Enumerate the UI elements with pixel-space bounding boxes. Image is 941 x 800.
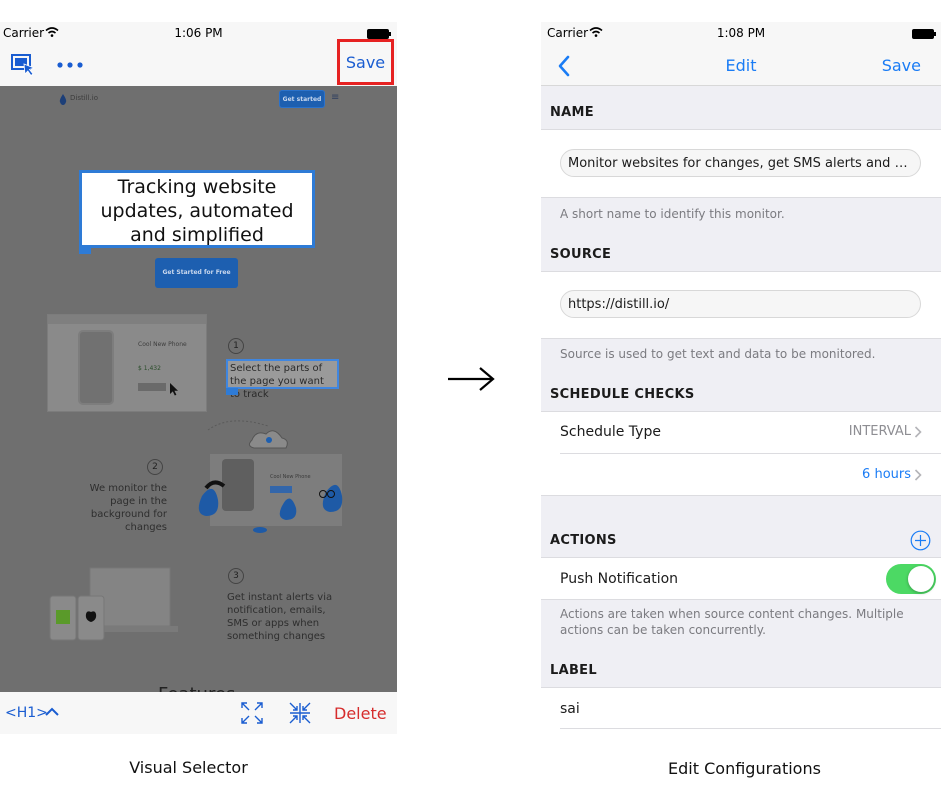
- save-button[interactable]: Save: [882, 56, 921, 75]
- selection-tag: [79, 247, 91, 254]
- row-divider: [560, 728, 941, 729]
- row-divider: [560, 453, 941, 454]
- interval-value[interactable]: 6 hours: [862, 467, 911, 482]
- delete-button[interactable]: Delete: [334, 704, 387, 723]
- schedule-type-value[interactable]: INTERVAL: [849, 424, 911, 439]
- step-1-badge: 1: [228, 338, 244, 354]
- chevron-right-icon: [914, 426, 922, 438]
- step-2-badge: 2: [147, 459, 163, 475]
- status-time: 1:06 PM: [174, 26, 223, 40]
- actions-hint: Actions are taken when source content ch…: [560, 606, 904, 638]
- save-button[interactable]: Save: [340, 53, 391, 72]
- save-button-highlight[interactable]: Save: [337, 39, 394, 85]
- toggle-knob: [908, 566, 934, 592]
- step-3-text: Get instant alerts via notification, ema…: [227, 592, 333, 642]
- label-value[interactable]: sai: [560, 701, 580, 717]
- hamburger-icon[interactable]: ≡: [331, 92, 339, 103]
- monitoring-illustration: Cool New Phone: [198, 420, 343, 533]
- add-action-icon[interactable]: [910, 530, 931, 551]
- get-started-button[interactable]: Get started: [279, 90, 325, 108]
- mock-price: $ 1,432: [138, 365, 161, 372]
- shrink-selection-icon[interactable]: [289, 702, 311, 724]
- actions-hint-line-1: Actions are taken when source content ch…: [560, 607, 904, 621]
- features-heading: Features: [158, 684, 235, 692]
- status-bar: Carrier 1:08 PM: [541, 22, 941, 44]
- distill-logo-icon: [59, 94, 67, 105]
- schedule-type-label[interactable]: Schedule Type: [560, 424, 661, 440]
- chevron-right-icon: [914, 469, 922, 481]
- name-section-header: NAME: [550, 105, 594, 120]
- selected-headline[interactable]: Tracking website updates, automated and …: [79, 170, 315, 248]
- cursor-icon: [170, 383, 178, 396]
- name-field[interactable]: Monitor websites for changes, get SMS al…: [560, 149, 921, 177]
- visual-selector-screen: Carrier 1:06 PM Save Distill.io Get star…: [0, 22, 397, 734]
- expand-selection-icon[interactable]: [241, 702, 263, 724]
- cta-button[interactable]: Get Started for Free: [155, 258, 238, 288]
- browser-mockup: Cool New Phone $ 1,432: [47, 314, 207, 412]
- left-caption: Visual Selector: [129, 758, 248, 777]
- navigation-bar: Edit Save: [541, 44, 941, 86]
- more-icon[interactable]: [56, 61, 84, 69]
- label-section-header: LABEL: [550, 663, 597, 678]
- battery-icon: [912, 29, 936, 39]
- svg-text:Cool New Phone: Cool New Phone: [270, 474, 311, 480]
- mock-product-title: Cool New Phone: [138, 341, 187, 348]
- webpage-preview[interactable]: Distill.io Get started ≡ Tracking websit…: [0, 86, 397, 692]
- step-3-badge: 3: [228, 568, 244, 584]
- label-cell: [541, 687, 941, 734]
- element-tag-button[interactable]: <H1>: [5, 705, 48, 721]
- schedule-section-header: SCHEDULE CHECKS: [550, 387, 695, 402]
- battery-icon: [367, 29, 391, 39]
- visual-select-icon[interactable]: [11, 53, 37, 77]
- chevron-up-icon[interactable]: [45, 707, 59, 717]
- actions-section-header: ACTIONS: [550, 533, 617, 548]
- source-hint: Source is used to get text and data to b…: [560, 347, 876, 361]
- edit-configurations-screen: Carrier 1:08 PM Edit Save NAME Monitor w…: [541, 22, 941, 734]
- devices-illustration: [49, 567, 178, 641]
- status-time: 1:08 PM: [716, 26, 766, 40]
- source-section-header: SOURCE: [550, 247, 612, 262]
- arrow-right-icon: [448, 367, 495, 391]
- push-notification-label: Push Notification: [560, 571, 679, 587]
- right-caption: Edit Configurations: [668, 759, 821, 778]
- push-notification-toggle[interactable]: [886, 564, 936, 594]
- brand-name: Distill.io: [70, 94, 99, 102]
- bottom-toolbar: <H1> Delete: [0, 692, 397, 734]
- name-hint: A short name to identify this monitor.: [560, 207, 785, 221]
- source-url-field[interactable]: https://distill.io/: [560, 290, 921, 318]
- selection-tag-2: [226, 388, 238, 395]
- step-2-text: We monitor the page in the background fo…: [89, 483, 167, 533]
- actions-hint-line-2: actions can be taken concurrently.: [560, 623, 766, 637]
- selected-step-text[interactable]: Select the parts of the page you want to…: [226, 359, 339, 400]
